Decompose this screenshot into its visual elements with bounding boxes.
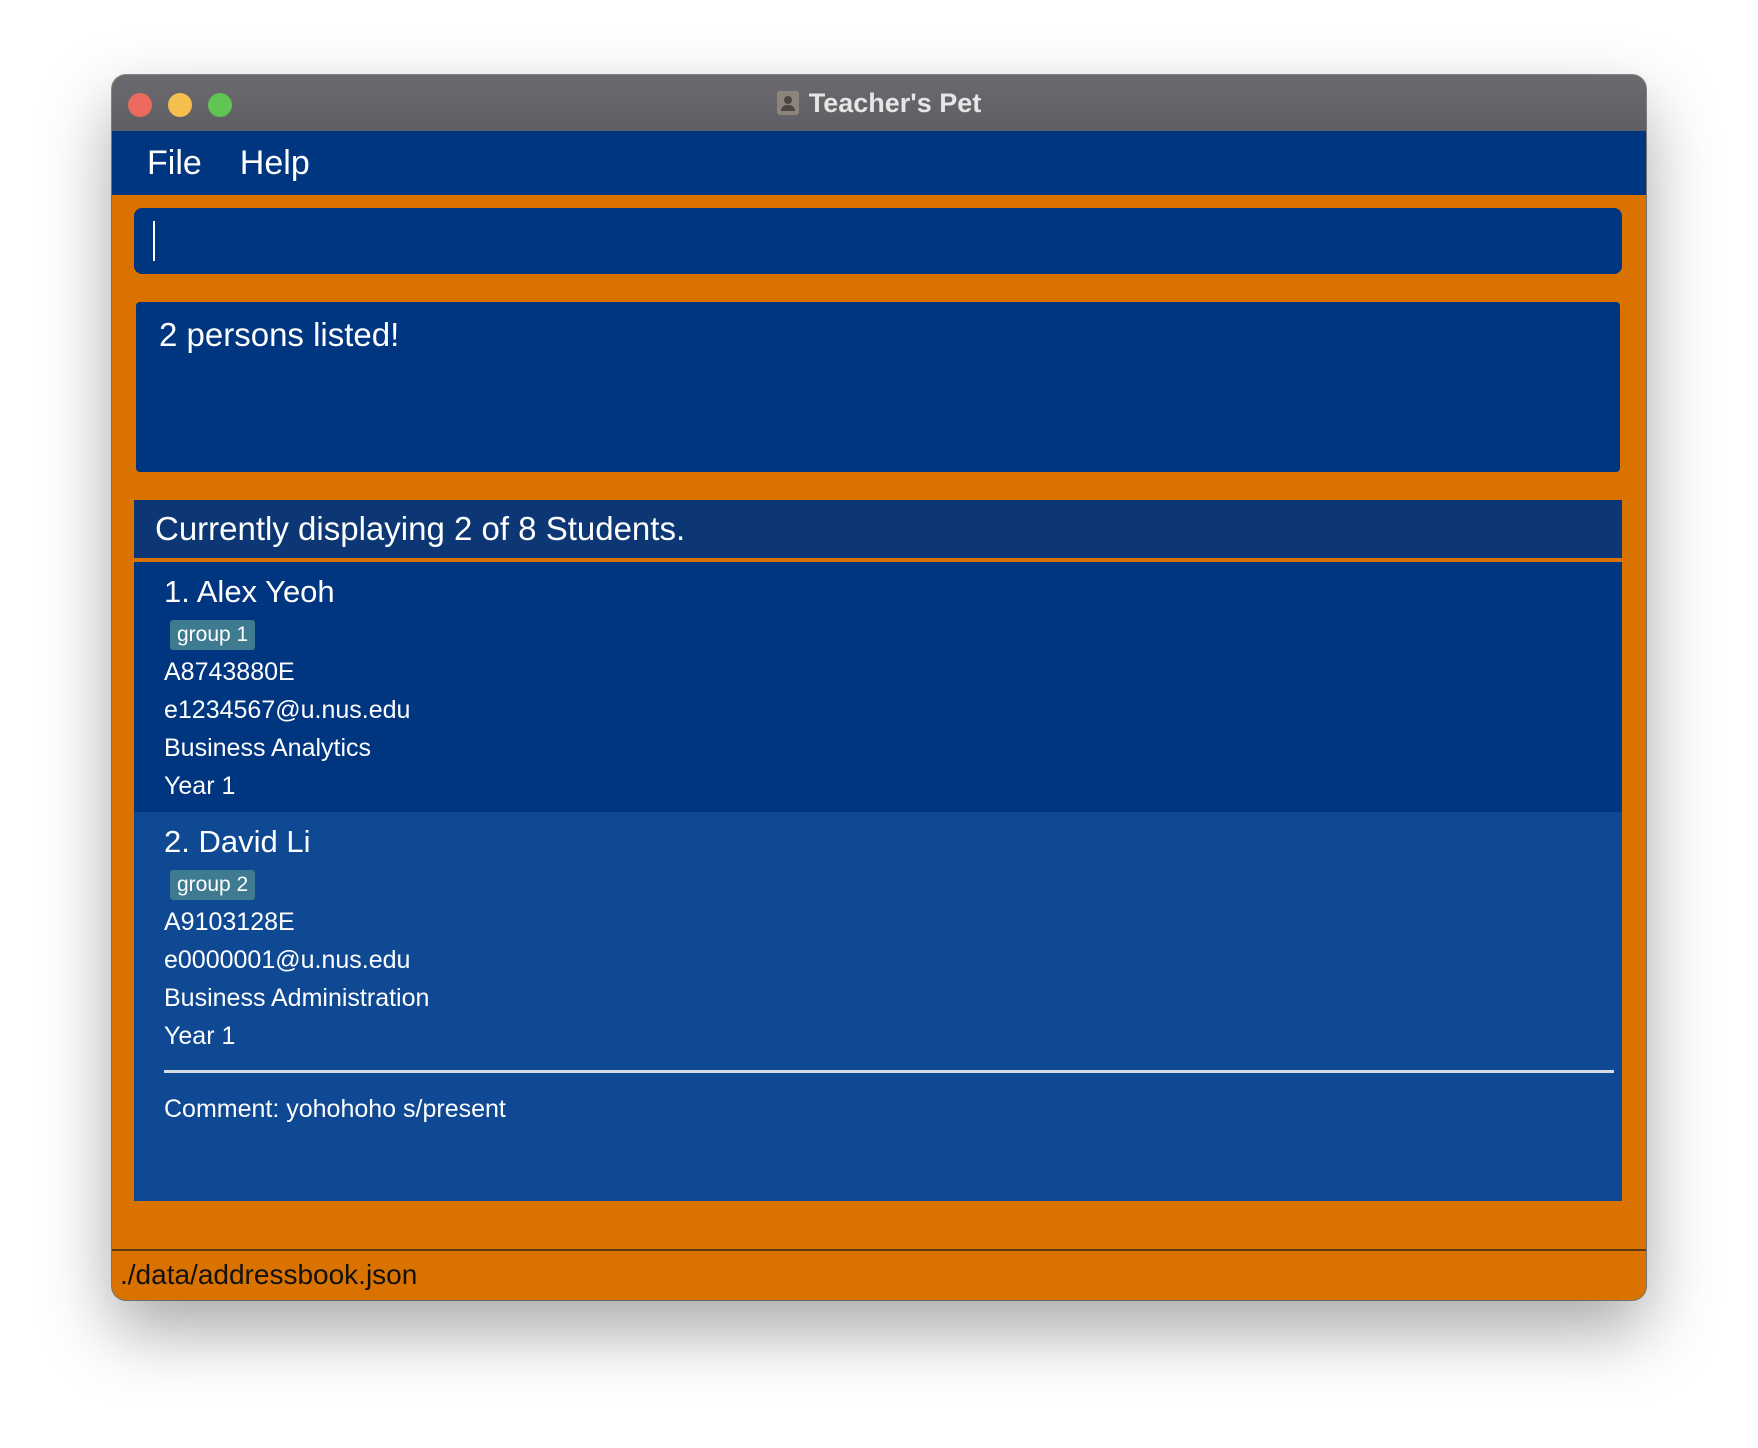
result-display: 2 persons listed! (136, 302, 1620, 472)
student-year: Year 1 (164, 772, 236, 800)
window-title: Teacher's Pet (808, 87, 982, 118)
student-major: Business Analytics (164, 734, 372, 762)
app-window: Teacher's Pet File Help 2 persons listed… (112, 75, 1646, 1300)
title-bar[interactable]: Teacher's Pet (112, 75, 1646, 132)
comment-divider (164, 1070, 1614, 1073)
group-tag: group 2 (170, 870, 256, 900)
student-card-selected[interactable]: 2. David Li group 2 A9103128E e0000001@u… (134, 812, 1622, 1201)
student-id: A9103128E (164, 908, 295, 936)
student-list-panel[interactable]: Currently displaying 2 of 8 Students. 1.… (134, 500, 1622, 1201)
list-header: Currently displaying 2 of 8 Students. (134, 500, 1622, 562)
window-title-group: Teacher's Pet (112, 75, 1646, 131)
command-input-caret-layer (134, 208, 1622, 274)
student-major: Business Administration (164, 984, 430, 1012)
student-year: Year 1 (164, 1022, 236, 1050)
result-message: 2 persons listed! (159, 316, 400, 353)
menu-help[interactable]: Help (240, 144, 310, 183)
student-id: A8743880E (164, 658, 295, 686)
student-name: 2. David Li (164, 824, 311, 859)
list-header-text: Currently displaying 2 of 8 Students. (155, 510, 686, 547)
student-comment: Comment: yohohoho s/present (164, 1095, 506, 1123)
student-email: e0000001@u.nus.edu (164, 946, 411, 974)
student-email: e1234567@u.nus.edu (164, 696, 411, 724)
data-file-path: ./data/addressbook.json (120, 1259, 418, 1290)
group-tag: group 1 (170, 620, 256, 650)
menu-bar: File Help (112, 131, 1646, 195)
menu-file[interactable]: File (147, 144, 202, 183)
student-card[interactable]: 1. Alex Yeoh group 1 A8743880E e1234567@… (134, 562, 1622, 812)
text-caret (153, 221, 155, 261)
status-bar: ./data/addressbook.json (112, 1249, 1646, 1300)
person-icon (776, 91, 799, 115)
student-name: 1. Alex Yeoh (164, 574, 335, 609)
